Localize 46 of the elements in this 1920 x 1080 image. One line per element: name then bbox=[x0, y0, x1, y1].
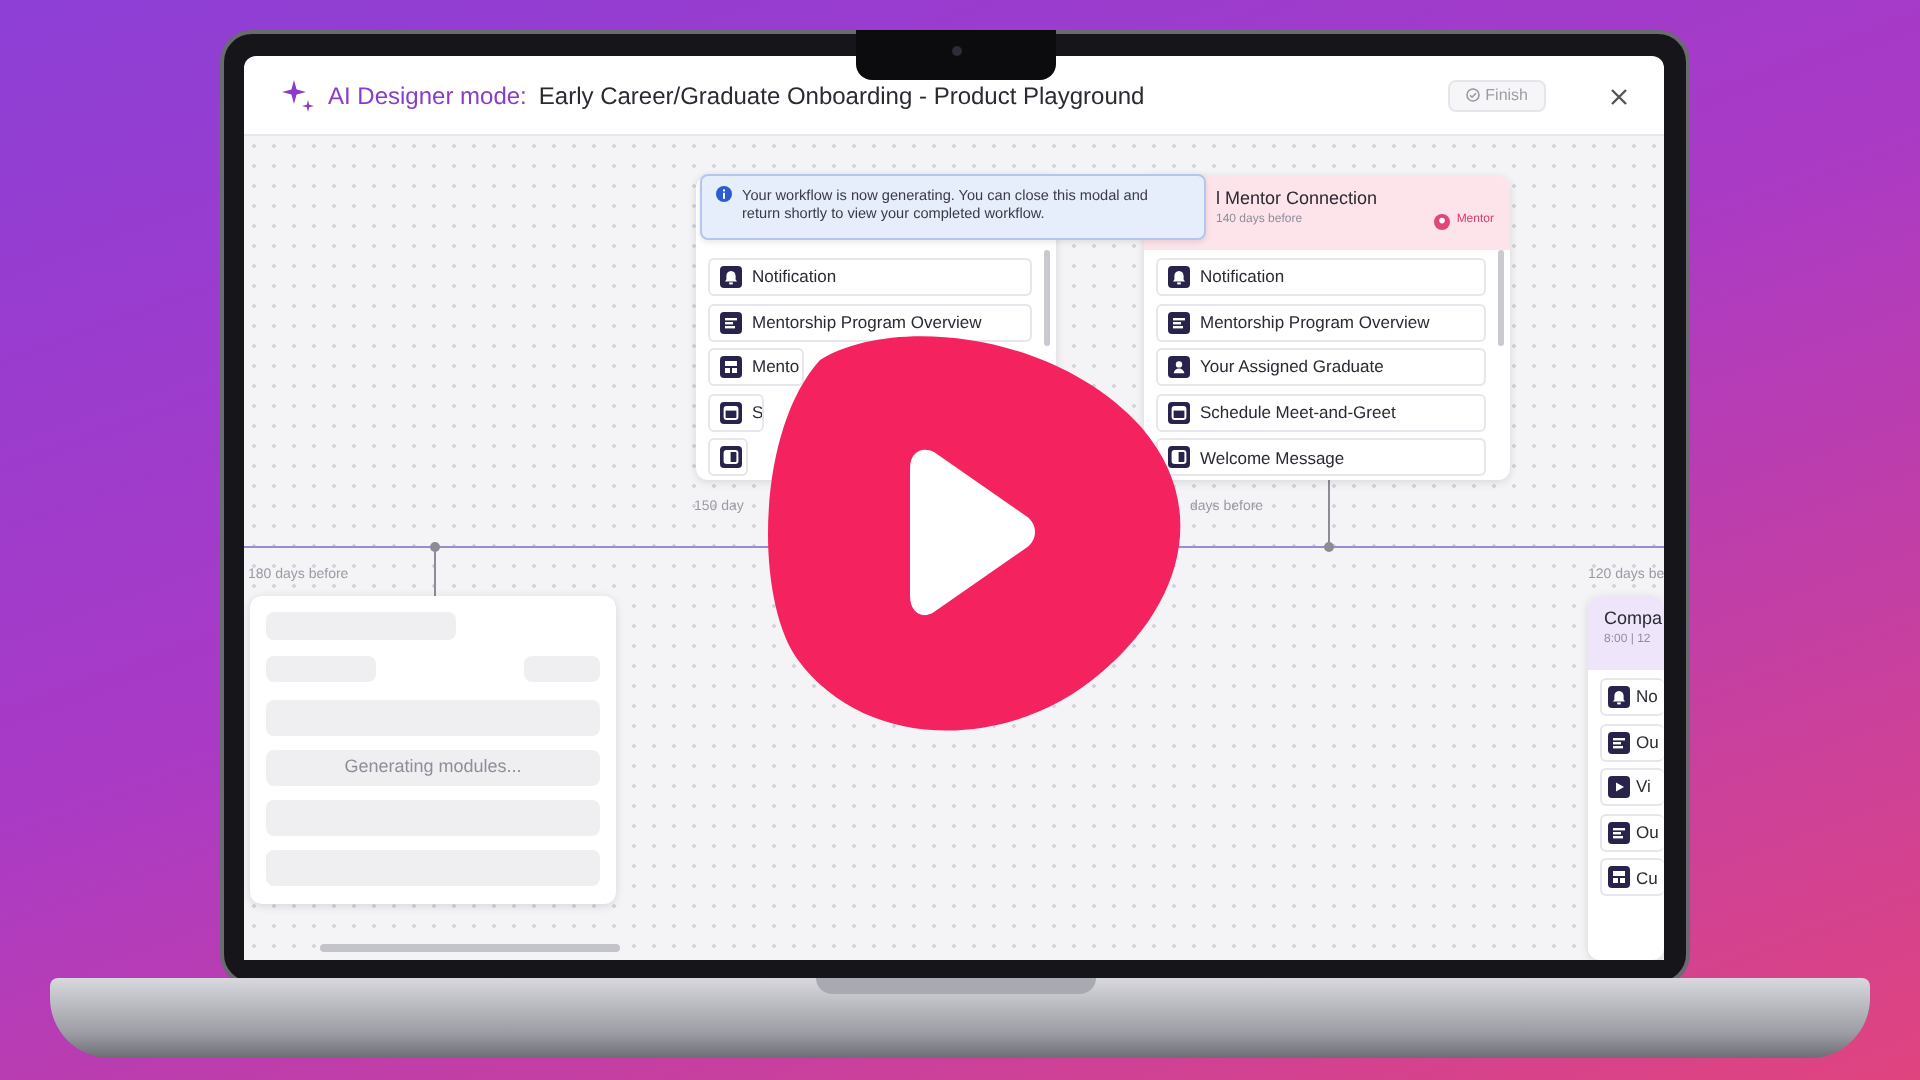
bell-icon bbox=[1608, 686, 1630, 708]
module-item[interactable]: Vi bbox=[1600, 768, 1664, 807]
module-item[interactable]: No bbox=[1600, 678, 1664, 716]
grid-icon bbox=[1608, 866, 1630, 889]
status-text: Generating modules... bbox=[266, 750, 600, 786]
scrollbar bbox=[1044, 250, 1050, 346]
document-icon bbox=[1608, 821, 1630, 844]
module-item[interactable]: Ou bbox=[1600, 813, 1664, 852]
document-icon bbox=[1608, 731, 1630, 754]
module-item[interactable]: Cu bbox=[1600, 858, 1664, 897]
window-icon bbox=[1168, 446, 1190, 469]
module-item[interactable]: Mento bbox=[708, 348, 804, 387]
info-icon bbox=[716, 186, 732, 202]
bell-icon bbox=[720, 266, 742, 288]
calendar-icon bbox=[1168, 401, 1190, 424]
module-item[interactable]: Notification bbox=[708, 258, 1032, 296]
workflow-title: Early Career/Graduate Onboarding - Product Playground bbox=[538, 79, 1145, 113]
module-item[interactable]: Schedule Meet-and-Greet bbox=[1156, 393, 1486, 432]
module-item[interactable]: Ou bbox=[1600, 723, 1664, 762]
timeline-dot bbox=[430, 542, 440, 552]
play-icon bbox=[1608, 776, 1630, 799]
document-icon bbox=[720, 311, 742, 334]
module-item[interactable]: Your Assigned Graduate bbox=[1156, 348, 1486, 387]
close-icon bbox=[1610, 88, 1628, 107]
document-icon bbox=[1168, 311, 1190, 334]
check-icon bbox=[1465, 88, 1480, 102]
timeline-dot bbox=[1324, 542, 1334, 552]
module-item[interactable]: Notification bbox=[1156, 258, 1486, 296]
person-icon bbox=[1168, 356, 1190, 379]
card-title: Compa bbox=[1604, 608, 1663, 630]
scrollbar bbox=[1498, 250, 1504, 346]
module-item[interactable]: Mentorship Program Overview bbox=[1156, 303, 1486, 342]
person-icon bbox=[1434, 214, 1451, 230]
grid-icon bbox=[720, 356, 742, 379]
connector-line bbox=[1328, 480, 1330, 546]
mode-label: AI Designer mode: bbox=[328, 79, 527, 113]
module-item[interactable]: Mentorship Program Overview bbox=[708, 303, 1032, 342]
module-item[interactable]: S bbox=[708, 393, 764, 432]
sparkle-icon bbox=[280, 77, 316, 113]
module-item[interactable]: Welcome Message bbox=[1156, 438, 1486, 477]
calendar-icon bbox=[720, 401, 742, 424]
bell-icon bbox=[1168, 266, 1190, 288]
module-item[interactable] bbox=[708, 438, 748, 477]
window-icon bbox=[720, 446, 742, 469]
connector-line bbox=[434, 546, 436, 596]
card-title: l Mentor Connection bbox=[1216, 188, 1378, 210]
